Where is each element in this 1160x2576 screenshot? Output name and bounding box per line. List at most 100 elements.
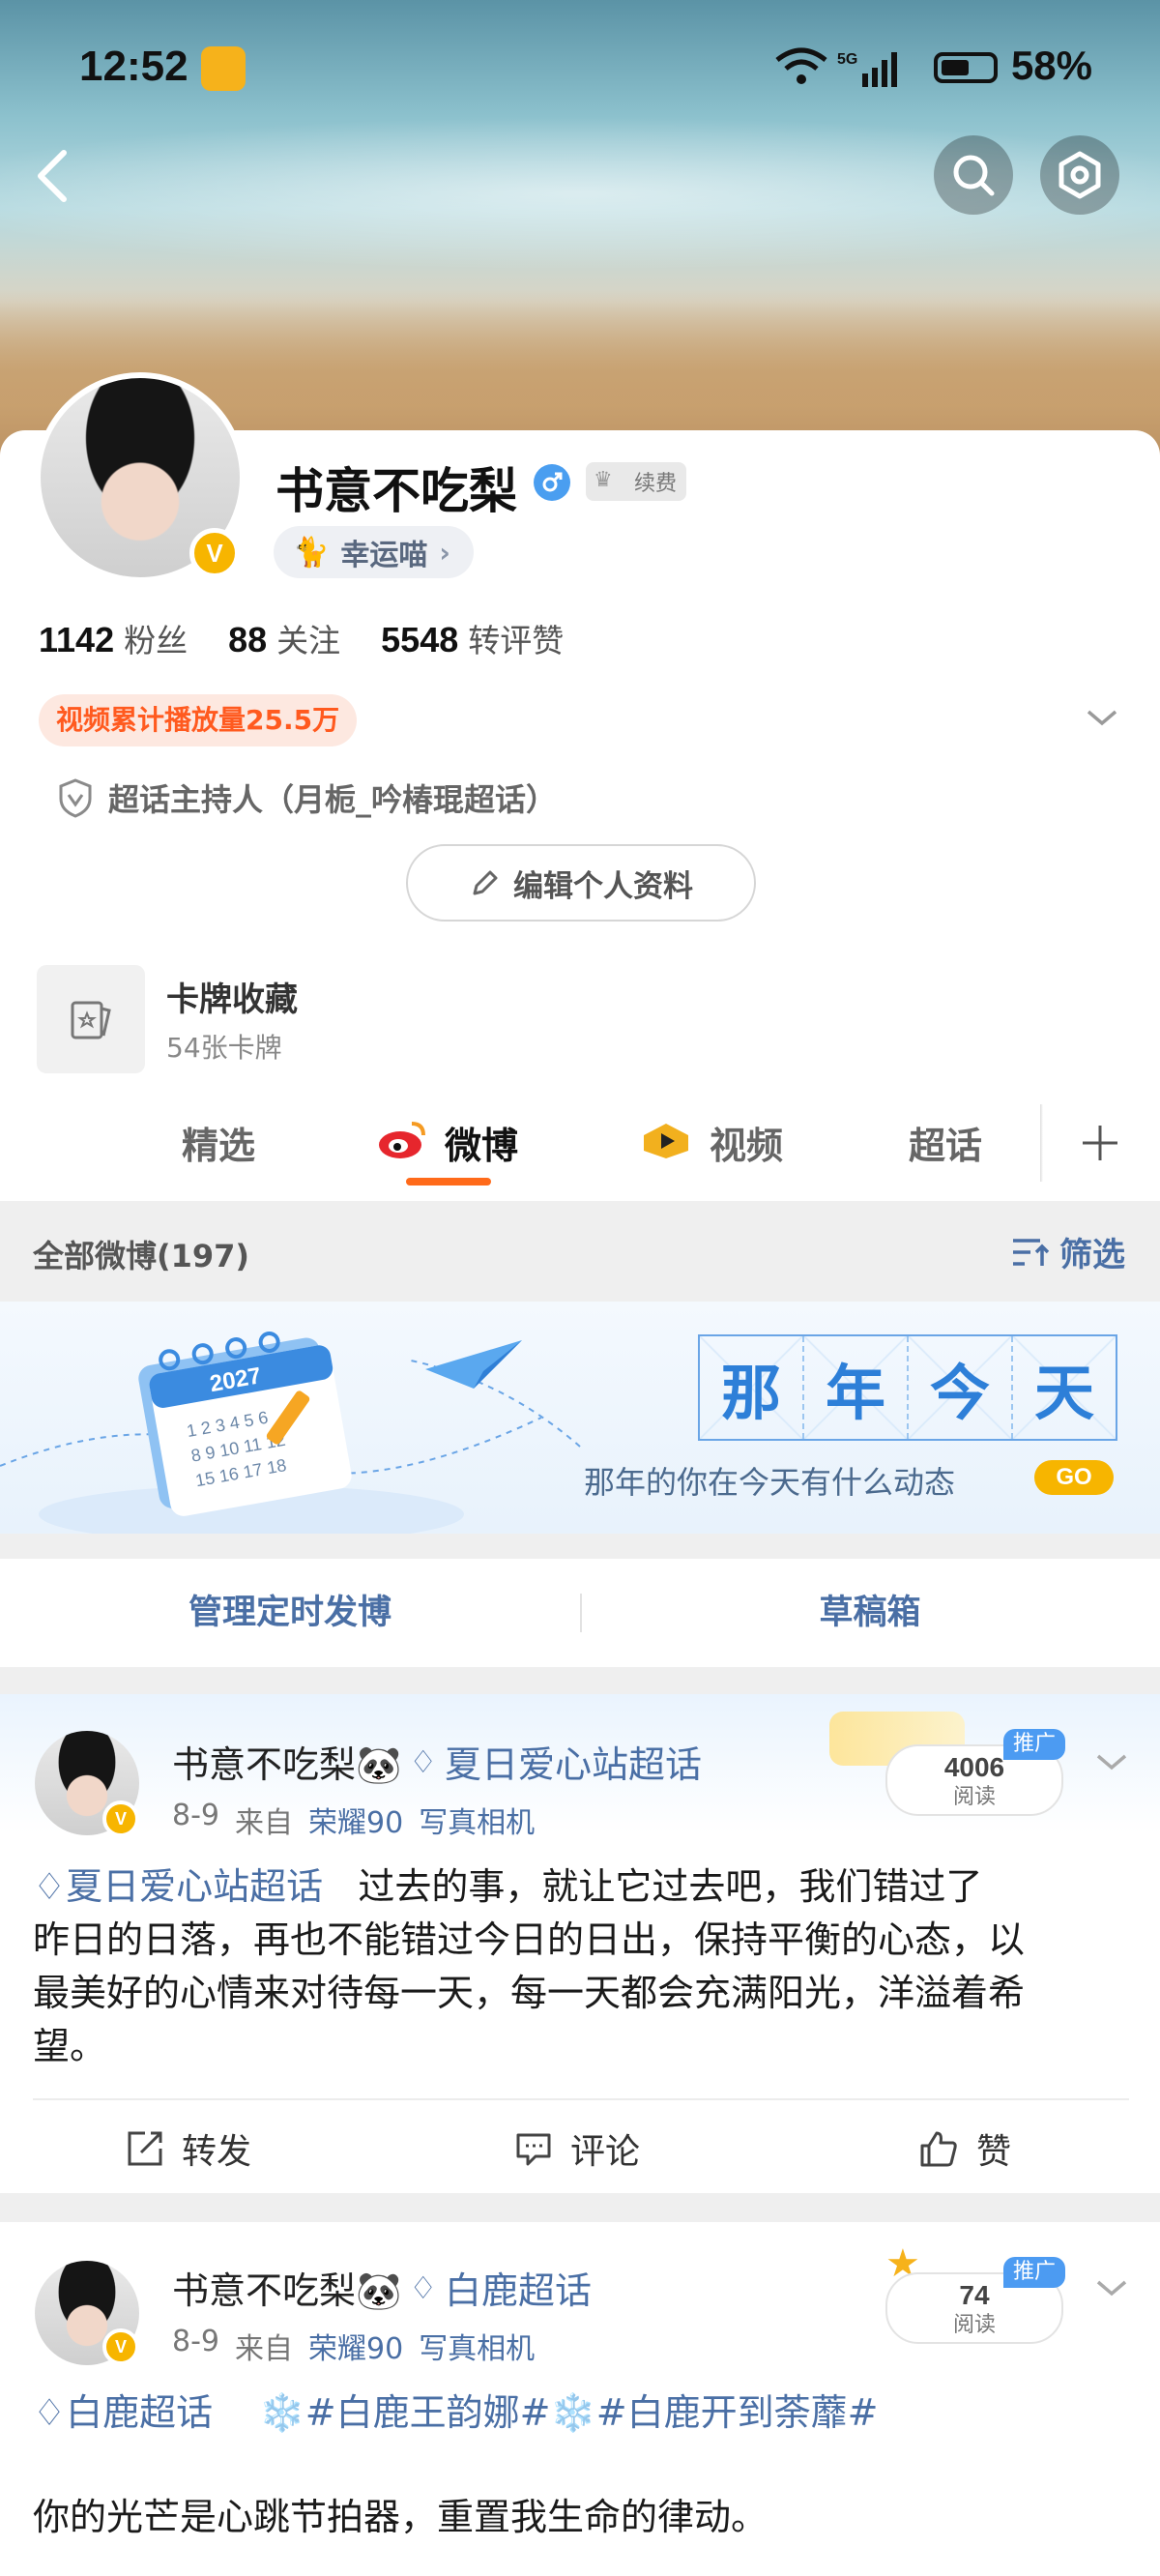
host-label: 超话主持人（月栀_吟椿琨超话） [108, 781, 558, 818]
following-label[interactable]: 关注 [276, 615, 340, 661]
section-divider [0, 1534, 1160, 1559]
go-button[interactable]: GO [1034, 1460, 1114, 1495]
post-text-line: 望。 [33, 2025, 107, 2067]
tab-supertopic[interactable]: 超话 [909, 1116, 982, 1169]
post-from: 来自 [235, 2332, 293, 2366]
battery-percent: 58% [1010, 43, 1092, 88]
title-char: 今 [909, 1336, 1013, 1439]
edit-profile-label: 编辑个人资料 [513, 868, 693, 904]
tab-weibo[interactable]: 微博 [445, 1116, 518, 1169]
comment-label: 评论 [570, 2132, 641, 2172]
post-body: 你的光芒是心跳节拍器，重置我生命的律动。 [33, 2496, 768, 2538]
like-button[interactable]: 赞 [918, 2123, 1011, 2174]
engagement-count[interactable]: 5548 [381, 620, 458, 660]
battery-icon [934, 52, 998, 83]
vip-renew-badge[interactable]: ♛ 续费 [586, 462, 686, 501]
comment-icon [516, 2133, 551, 2166]
promoted-tag: 推广 [1003, 1729, 1066, 1760]
post-from: 来自 [235, 1806, 293, 1840]
like-label: 赞 [976, 2132, 1012, 2172]
diamond-icon: ♢ [409, 2269, 438, 2306]
settings-button[interactable] [1040, 135, 1119, 215]
scheduled-posts-button[interactable]: 管理定时发博 [0, 1559, 580, 1667]
on-this-day-title: 那 年 今 天 [698, 1334, 1117, 1441]
tab-divider [1040, 1104, 1043, 1182]
network-label: 5G [837, 51, 857, 68]
cat-icon: 🐈 [293, 535, 330, 570]
post-topic-link[interactable]: 白鹿超话 [66, 2391, 213, 2434]
filter-button[interactable]: 筛选 [1011, 1228, 1125, 1275]
followers-label[interactable]: 粉丝 [124, 615, 188, 661]
post-camera[interactable]: 写真相机 [419, 1799, 535, 1841]
engagement-label[interactable]: 转评赞 [468, 615, 564, 661]
comment-button[interactable]: 评论 [514, 2123, 640, 2174]
drafts-button[interactable]: 草稿箱 [580, 1559, 1160, 1667]
read-label: 阅读 [952, 1785, 996, 1809]
add-tab-button[interactable] [1079, 1122, 1121, 1168]
video-plays-tag[interactable]: 视频累计播放量25.5万 [39, 694, 358, 746]
post-header: 书意不吃梨🐼 ♢ 白鹿超话 [172, 2261, 592, 2314]
filter-icon [1013, 1238, 1050, 1266]
search-button[interactable] [934, 135, 1013, 215]
on-this-day-banner[interactable]: 2027 1 2 3 4 5 6 8 9 10 11 12 15 16 17 1… [0, 1302, 1160, 1534]
profile-name: 书意不吃梨 [276, 463, 517, 519]
all-posts-label: 全部微博(197) [33, 1238, 250, 1274]
post-action-divider [33, 2098, 1129, 2100]
host-row[interactable]: 超话主持人（月栀_吟椿琨超话） [58, 776, 557, 820]
stats-row: 1142 粉丝 88 关注 5548 转评赞 [39, 615, 564, 661]
post-device[interactable]: 荣耀90 [308, 2325, 403, 2367]
diamond-icon: ♢ [409, 1742, 438, 1780]
post-header: 书意不吃梨🐼 ♢ 夏日爱心站超话 [172, 1735, 702, 1788]
shield-icon [59, 778, 92, 818]
verified-badge-icon: V [102, 1800, 139, 1837]
post-body: ♢夏日爱心站超话 过去的事，就让它过去吧，我们错过了 昨日的日落，再也不能错过今… [33, 1860, 1135, 2073]
post-text-line: 昨日的日落，再也不能错过今日的日出，保持平衡的心态，以 [33, 1918, 1026, 1961]
post-hashtags-line: ♢白鹿超话 ❄️#白鹿王韵娜#❄️#白鹿开到荼蘼# [33, 2386, 1135, 2440]
post-author[interactable]: 书意不吃梨🐼 [172, 1735, 401, 1788]
post-menu-chevron-icon[interactable] [1094, 1750, 1129, 1777]
repost-label: 转发 [182, 2132, 252, 2172]
status-time: 12:52 [79, 43, 188, 90]
tab-weibo-underline [406, 1178, 491, 1186]
section-divider [0, 1667, 1160, 1694]
post-topic[interactable]: 夏日爱心站超话 [445, 1735, 702, 1788]
male-icon [534, 464, 570, 501]
tab-featured[interactable]: 精选 [182, 1116, 255, 1169]
post-date: 8-9 [172, 2325, 219, 2358]
post-menu-chevron-icon[interactable] [1094, 2276, 1129, 2303]
post-device[interactable]: 荣耀90 [308, 1799, 403, 1841]
post-author[interactable]: 书意不吃梨🐼 [172, 2261, 401, 2314]
tab-video[interactable]: 视频 [710, 1116, 783, 1169]
repost-button[interactable]: 转发 [126, 2123, 251, 2174]
card-collection-icon [37, 965, 145, 1073]
post-hashtags[interactable]: ❄️#白鹿王韵娜#❄️#白鹿开到荼蘼# [259, 2391, 878, 2434]
diamond-icon: ♢ [33, 2391, 67, 2434]
lucky-tag[interactable]: 🐈 幸运喵 › [274, 526, 474, 578]
repost-icon [128, 2131, 162, 2166]
filter-label: 筛选 [1059, 1236, 1125, 1274]
lucky-tag-label: 幸运喵 [340, 539, 428, 572]
card-collection[interactable]: 卡牌收藏 54张卡牌 [37, 965, 617, 1073]
edit-profile-button[interactable]: 编辑个人资料 [406, 844, 756, 922]
video-tab-icon [640, 1122, 692, 1164]
expand-chevron-icon[interactable] [1085, 706, 1119, 733]
chevron-right-icon: › [439, 536, 450, 569]
verified-badge-icon: V [189, 528, 240, 578]
post-topic-link[interactable]: 夏日爱心站超话 [66, 1865, 323, 1908]
post-topic[interactable]: 白鹿超话 [445, 2261, 592, 2314]
post-meta: 8-9 来自 荣耀90 写真相机 [172, 2325, 535, 2367]
pencil-icon [473, 870, 498, 895]
post-text-line: 最美好的心情来对待每一天，每一天都会充满阳光，洋溢着希 [33, 1972, 1026, 2014]
post-camera[interactable]: 写真相机 [419, 2325, 535, 2367]
following-count[interactable]: 88 [228, 620, 267, 660]
card-collection-count: 54张卡牌 [166, 1032, 282, 1064]
crown-icon: ♛ [594, 468, 613, 492]
title-char: 那 [700, 1336, 804, 1439]
post-meta: 8-9 来自 荣耀90 写真相机 [172, 1799, 535, 1841]
post-date: 8-9 [172, 1799, 219, 1832]
title-char: 年 [804, 1336, 909, 1439]
back-button[interactable] [29, 145, 77, 207]
followers-count[interactable]: 1142 [39, 620, 114, 660]
card-collection-title: 卡牌收藏 [166, 981, 298, 1019]
thumbs-up-icon [920, 2131, 957, 2167]
